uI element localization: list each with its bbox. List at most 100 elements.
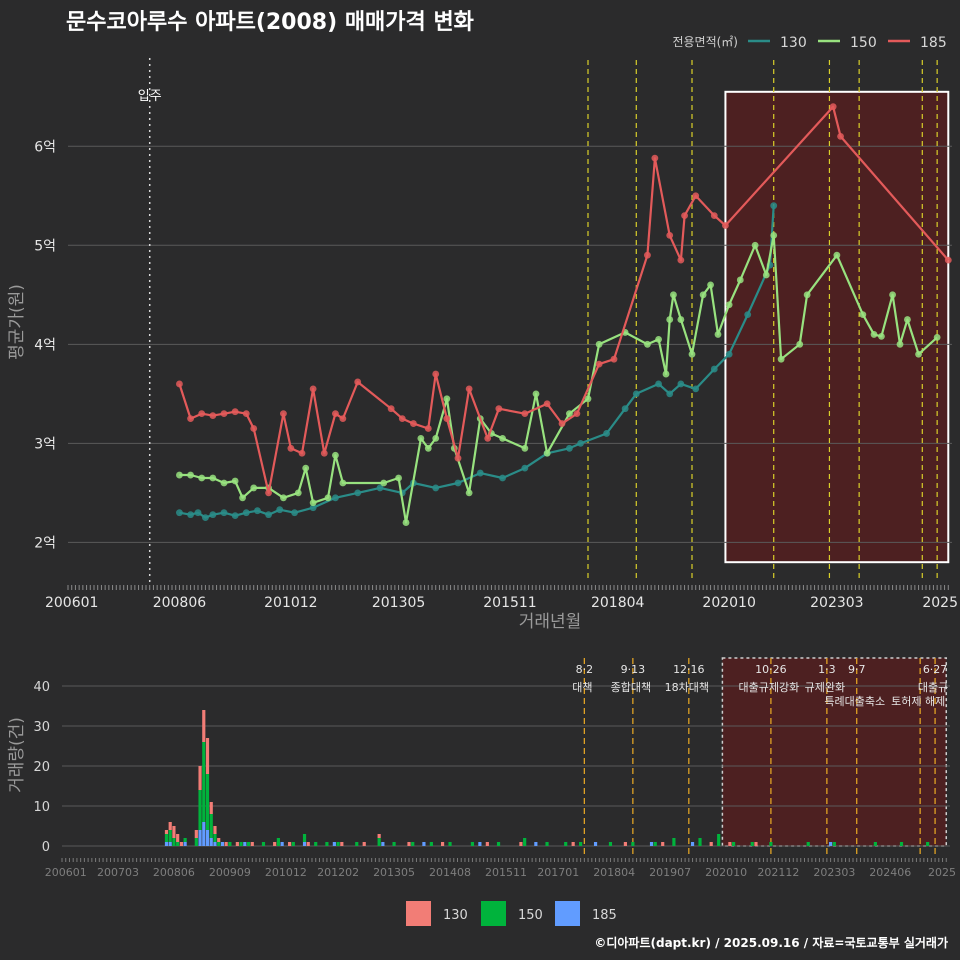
bar-150 xyxy=(209,814,213,838)
legend-title: 전용면적(㎡) xyxy=(672,35,738,49)
point-130 xyxy=(692,385,700,393)
x-tick-label: 200601 xyxy=(45,595,98,611)
bar-150 xyxy=(314,842,318,846)
bar-150 xyxy=(228,842,232,846)
point-150 xyxy=(324,494,332,502)
bar-150 xyxy=(579,842,583,846)
bar-150 xyxy=(336,842,340,846)
y-tick-label: 0 xyxy=(42,840,50,855)
bar-185 xyxy=(829,842,833,846)
point-185 xyxy=(944,256,952,264)
bar-150 xyxy=(172,838,176,846)
bar-150 xyxy=(302,834,307,842)
point-150 xyxy=(521,444,529,452)
x-tick-label: 200806 xyxy=(153,595,207,611)
point-150 xyxy=(803,291,811,299)
policy-date: 8·2 xyxy=(576,663,594,676)
bar-130 xyxy=(235,842,239,846)
bar-130 xyxy=(709,842,713,846)
policy-label: 대출규제강화 xyxy=(739,681,800,694)
bar-185 xyxy=(534,842,538,846)
bar-130 xyxy=(288,842,292,846)
bar-130 xyxy=(250,842,254,846)
policy-label: 대출규 xyxy=(918,681,948,694)
point-130 xyxy=(432,484,440,492)
bar-150 xyxy=(672,838,676,846)
y-tick-label: 6억 xyxy=(34,139,56,155)
point-185 xyxy=(443,415,451,423)
policy-date: 1·3 xyxy=(818,663,836,676)
legend-swatch-150 xyxy=(481,901,506,926)
bar-185 xyxy=(220,842,225,846)
point-150 xyxy=(176,471,183,479)
point-185 xyxy=(677,256,685,264)
bar-185 xyxy=(381,842,385,846)
bar-130 xyxy=(485,842,489,846)
bar-130 xyxy=(198,766,202,790)
point-185 xyxy=(209,412,217,420)
point-185 xyxy=(309,385,317,393)
policy-label: 18차대책 xyxy=(665,681,709,694)
y-axis-title: 거래량(건) xyxy=(7,717,27,793)
point-130 xyxy=(176,509,183,517)
legend-label-185: 185 xyxy=(592,908,617,923)
policy-label: 특례대출축소 xyxy=(824,695,885,708)
y-tick-label: 2억 xyxy=(34,535,56,551)
x-tick-label: 200909 xyxy=(209,866,251,879)
point-185 xyxy=(484,435,492,442)
bar-150 xyxy=(164,834,169,842)
point-150 xyxy=(417,435,425,442)
bar-130 xyxy=(202,710,206,742)
x-tick-label: 200806 xyxy=(153,866,195,879)
bar-185 xyxy=(205,830,210,846)
x-tick-label: 201305 xyxy=(372,595,425,611)
point-150 xyxy=(380,479,388,487)
point-130 xyxy=(476,469,484,477)
y-tick-label: 4억 xyxy=(34,337,56,353)
bar-130 xyxy=(172,826,176,838)
x-tick-label: 201511 xyxy=(483,595,536,611)
x-tick-label: 201408 xyxy=(429,866,471,879)
x-tick-label: 201305 xyxy=(373,866,415,879)
point-130 xyxy=(632,390,640,398)
legend-label-130: 130 xyxy=(443,908,468,923)
y-tick-label: 30 xyxy=(33,720,50,735)
bar-130 xyxy=(728,842,732,846)
point-150 xyxy=(859,311,867,319)
bar-130 xyxy=(306,842,310,846)
bar-185 xyxy=(183,842,187,846)
bar-150 xyxy=(717,834,721,846)
point-185 xyxy=(231,408,239,416)
point-150 xyxy=(424,444,432,452)
highlight-region xyxy=(724,90,950,564)
point-130 xyxy=(499,474,506,482)
point-150 xyxy=(209,474,217,482)
bar-150 xyxy=(769,842,773,846)
point-150 xyxy=(666,316,674,323)
bar-150 xyxy=(448,842,452,846)
policy-date: 10·26 xyxy=(755,663,787,676)
bar-150 xyxy=(899,842,904,846)
point-130 xyxy=(677,380,685,388)
volume-chart: 0 10 20 30 40 8·2 대책 9·13 종합대책 12·16 18차대책 10·26 대출규… xyxy=(7,657,956,926)
point-130 xyxy=(242,509,250,517)
bar-185 xyxy=(209,838,213,846)
point-150 xyxy=(395,474,402,482)
x-tick-label: 202303 xyxy=(810,595,863,611)
point-185 xyxy=(320,449,328,457)
bar-150 xyxy=(217,842,221,846)
y-axis-title: 평균가(원) xyxy=(7,284,27,360)
bar-150 xyxy=(276,838,280,846)
point-185 xyxy=(710,212,718,219)
x-tick-label: 200703 xyxy=(97,866,139,879)
point-130 xyxy=(291,509,298,517)
point-150 xyxy=(595,340,603,348)
point-185 xyxy=(387,405,395,413)
point-150 xyxy=(707,281,714,289)
point-185 xyxy=(837,132,844,140)
point-150 xyxy=(220,479,228,487)
bar-130 xyxy=(754,842,758,846)
point-150 xyxy=(339,479,347,487)
point-185 xyxy=(521,410,529,418)
point-130 xyxy=(265,511,272,519)
